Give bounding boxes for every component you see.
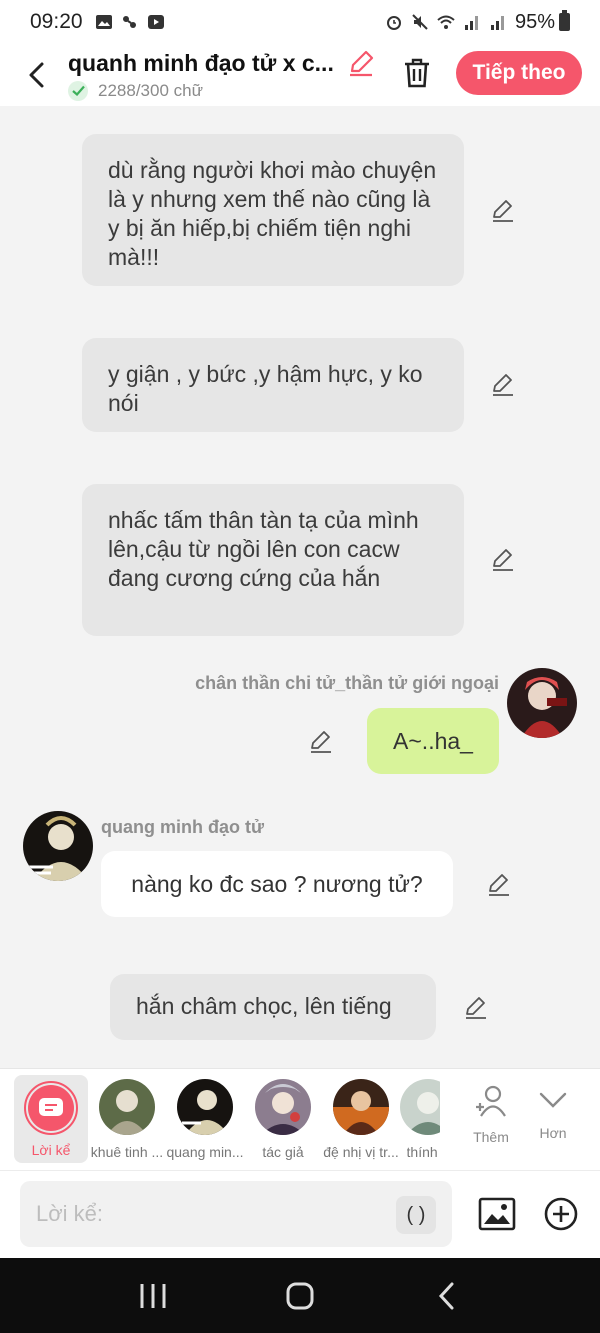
- character-item[interactable]: khuê tinh ...: [88, 1069, 166, 1171]
- character-bar: Lời kể khuê tinh ... quang min... tác gi…: [0, 1068, 600, 1170]
- app-notification-icon: [122, 16, 136, 28]
- signal-icon: [464, 16, 478, 30]
- trash-icon: [405, 58, 429, 88]
- chevron-left-icon: [438, 1282, 454, 1309]
- edit-message-icon[interactable]: [490, 547, 516, 573]
- youtube-icon: [147, 15, 164, 29]
- narration-bubble[interactable]: y giận , y bức ,y hậm hực, y ko nói: [82, 338, 464, 432]
- gallery-icon: [95, 15, 112, 29]
- home-icon: [286, 1282, 314, 1309]
- avatar: [400, 1079, 440, 1135]
- system-nav-bar: [0, 1258, 600, 1333]
- avatar[interactable]: [23, 811, 93, 881]
- message-bubble[interactable]: A~..ha_: [367, 708, 499, 774]
- narration-bubble[interactable]: nhấc tấm thân tàn tạ của mình lên,cậu từ…: [82, 484, 464, 636]
- recent-apps-icon: [140, 1283, 166, 1308]
- image-icon[interactable]: [478, 1195, 516, 1233]
- message-bubble[interactable]: nàng ko đc sao ? nương tử?: [101, 851, 453, 917]
- character-item[interactable]: tác giả: [244, 1069, 322, 1171]
- character-item[interactable]: đệ nhị vị tr...: [322, 1069, 400, 1171]
- message-input[interactable]: [20, 1181, 452, 1247]
- narrator-label: Lời kể: [31, 1142, 71, 1158]
- add-user-icon: [476, 1085, 506, 1117]
- character-label: đệ nhị vị tr...: [323, 1144, 399, 1160]
- wifi-icon: [437, 15, 455, 29]
- battery-indicator: 95%: [514, 10, 570, 34]
- character-item[interactable]: thính t: [400, 1069, 440, 1171]
- add-character-button[interactable]: Thêm: [460, 1069, 522, 1171]
- character-label: khuê tinh ...: [90, 1144, 164, 1160]
- more-label: Hơn: [539, 1125, 567, 1141]
- character-label: tác giả: [262, 1144, 304, 1160]
- edit-message-icon[interactable]: [308, 729, 334, 755]
- edit-message-icon[interactable]: [486, 872, 512, 898]
- signal-2-icon: [490, 16, 504, 30]
- narration-bubble[interactable]: hắn châm chọc, lên tiếng: [110, 974, 436, 1040]
- edit-title-button[interactable]: [346, 48, 376, 78]
- avatar: [255, 1079, 311, 1135]
- avatar: [177, 1079, 233, 1135]
- edit-message-icon[interactable]: [490, 198, 516, 224]
- mute-icon: [412, 14, 428, 30]
- message-icon: [39, 1098, 63, 1116]
- speaker-name: quang minh đạo tử: [101, 817, 265, 837]
- character-item[interactable]: quang min...: [166, 1069, 244, 1171]
- more-button[interactable]: Hơn: [522, 1069, 584, 1171]
- alarm-icon: [386, 16, 401, 30]
- plus-icon[interactable]: [543, 1196, 579, 1232]
- narration-bubble[interactable]: dù rằng người khơi mào chuyện là y nhưng…: [82, 134, 464, 286]
- chat-area[interactable]: dù rằng người khơi mào chuyện là y nhưng…: [0, 106, 600, 1066]
- status-bar: 09:20 95%: [0, 0, 600, 44]
- pencil-icon: [350, 50, 374, 77]
- edit-message-icon[interactable]: [490, 372, 516, 398]
- add-label: Thêm: [473, 1129, 509, 1145]
- recent-apps-button[interactable]: [128, 1271, 178, 1321]
- next-button[interactable]: Tiếp theo: [456, 51, 582, 95]
- character-label: thính t: [406, 1144, 440, 1160]
- status-time: 09:20: [30, 10, 83, 33]
- avatar: [333, 1079, 389, 1135]
- chevron-down-icon: [539, 1092, 567, 1108]
- edit-message-icon[interactable]: [463, 995, 489, 1021]
- avatar: [99, 1079, 155, 1135]
- avatar[interactable]: [507, 668, 577, 738]
- battery-percent: 95%: [514, 10, 555, 33]
- system-back-button[interactable]: [422, 1271, 472, 1321]
- battery-icon: [559, 10, 570, 31]
- check-icon: [68, 80, 88, 101]
- story-title: quanh minh đạo tử x c...: [68, 49, 334, 76]
- word-count: 2288/300 chữ: [98, 80, 203, 100]
- back-button[interactable]: [12, 50, 62, 100]
- parenthesis-button[interactable]: ( ): [396, 1196, 436, 1234]
- app-header: quanh minh đạo tử x c... 2288/300 chữ Ti…: [0, 44, 600, 106]
- chevron-left-icon: [29, 62, 44, 88]
- home-button[interactable]: [275, 1271, 325, 1321]
- narrator-selector[interactable]: Lời kể: [14, 1075, 88, 1163]
- input-bar: ( ): [0, 1170, 600, 1258]
- character-label: quang min...: [166, 1144, 244, 1160]
- speaker-name: chân thần chi tử_thần tử giới ngoại: [195, 673, 499, 693]
- delete-button[interactable]: [400, 56, 434, 90]
